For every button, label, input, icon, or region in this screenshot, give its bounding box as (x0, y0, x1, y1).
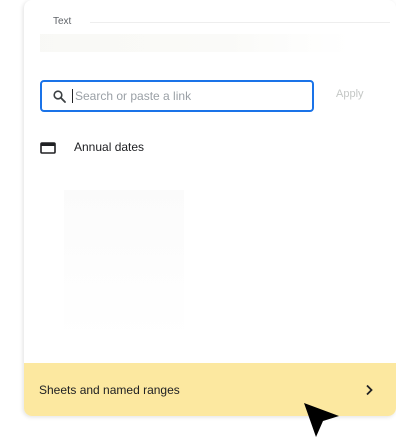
text-field-area[interactable] (40, 34, 350, 52)
insert-link-dialog: Text Apply Annual dates (24, 0, 396, 416)
sheets-label: Sheets and named ranges (39, 382, 180, 397)
search-box[interactable] (40, 80, 314, 112)
text-field-label: Text (53, 16, 72, 27)
list-item-result[interactable]: Annual dates (40, 136, 340, 158)
mouse-cursor-icon (304, 403, 339, 437)
search-input[interactable] (72, 89, 295, 103)
folder-icon (40, 141, 56, 154)
page: Text Apply Annual dates (0, 0, 396, 438)
search-icon (52, 89, 66, 103)
result-label: Annual dates (74, 140, 145, 154)
apply-button[interactable]: Apply (336, 88, 364, 100)
chevron-right-icon (364, 384, 374, 396)
results-area (64, 190, 184, 340)
text-field-underline[interactable] (90, 22, 390, 23)
